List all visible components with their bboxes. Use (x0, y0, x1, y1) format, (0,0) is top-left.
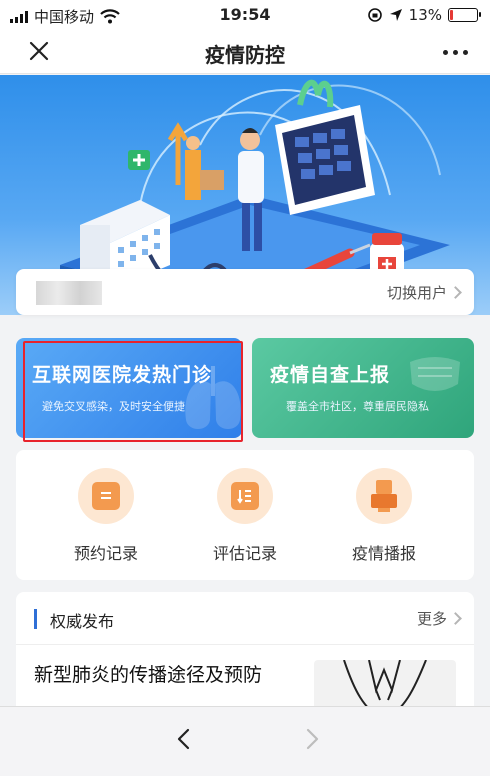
nav-bar: 疫情防控 (0, 30, 490, 74)
self-report-subtitle: 覆盖全市社区，尊重居民隐私 (286, 400, 429, 413)
section-accent-bar (34, 609, 37, 629)
appointment-icon (78, 468, 134, 524)
mask-icon (410, 357, 460, 391)
fever-clinic-card[interactable]: 互联网医院发热门诊 避免交叉感染，及时安全便捷 (16, 338, 242, 438)
epidemic-broadcast-label: 疫情播报 (351, 544, 416, 563)
page-title: 疫情防控 (205, 43, 285, 67)
battery-percent: 13% (408, 6, 442, 24)
news-more-link[interactable]: 更多 (416, 608, 462, 629)
status-right: 13% (367, 6, 481, 24)
forward-arrow-icon (306, 728, 319, 750)
switch-user-button[interactable]: 切换用户 (386, 282, 462, 303)
location-icon (389, 9, 402, 21)
browser-bottom-bar (0, 706, 490, 776)
chevron-right-icon (449, 286, 462, 299)
records-panel: 预约记录 评估记录 疫情播报 (16, 450, 474, 580)
battery-fill (450, 10, 453, 20)
article-title[interactable]: 新型肺炎的传播途径及预防 (34, 662, 304, 688)
appointment-records-button[interactable]: 预约记录 (46, 468, 166, 564)
self-report-title: 疫情自查上报 (270, 364, 391, 386)
appointment-records-label: 预约记录 (73, 544, 138, 563)
battery-icon (448, 8, 481, 22)
assessment-records-label: 评估记录 (212, 544, 277, 563)
user-name-blurred (36, 281, 102, 305)
divider (16, 644, 474, 645)
self-report-card[interactable]: 疫情自查上报 覆盖全市社区，尊重居民隐私 (252, 338, 474, 438)
fever-clinic-subtitle: 避免交叉感染，及时安全便捷 (42, 400, 185, 413)
status-bar: 中国移动 19:54 13% (0, 0, 490, 30)
fever-clinic-title: 互联网医院发热门诊 (32, 364, 213, 386)
more-icon[interactable] (443, 50, 468, 55)
chevron-right-icon (449, 612, 462, 625)
rotation-lock-icon (367, 8, 382, 22)
user-card: 切换用户 (16, 269, 474, 315)
back-arrow-icon[interactable] (172, 727, 196, 751)
news-section-title: 权威发布 (50, 612, 115, 631)
assessment-icon (217, 468, 273, 524)
news-more-label: 更多 (416, 610, 447, 628)
switch-user-label: 切换用户 (386, 284, 447, 302)
epidemic-broadcast-button[interactable]: 疫情播报 (324, 468, 444, 564)
broadcast-icon (356, 468, 412, 524)
assessment-records-button[interactable]: 评估记录 (185, 468, 305, 564)
